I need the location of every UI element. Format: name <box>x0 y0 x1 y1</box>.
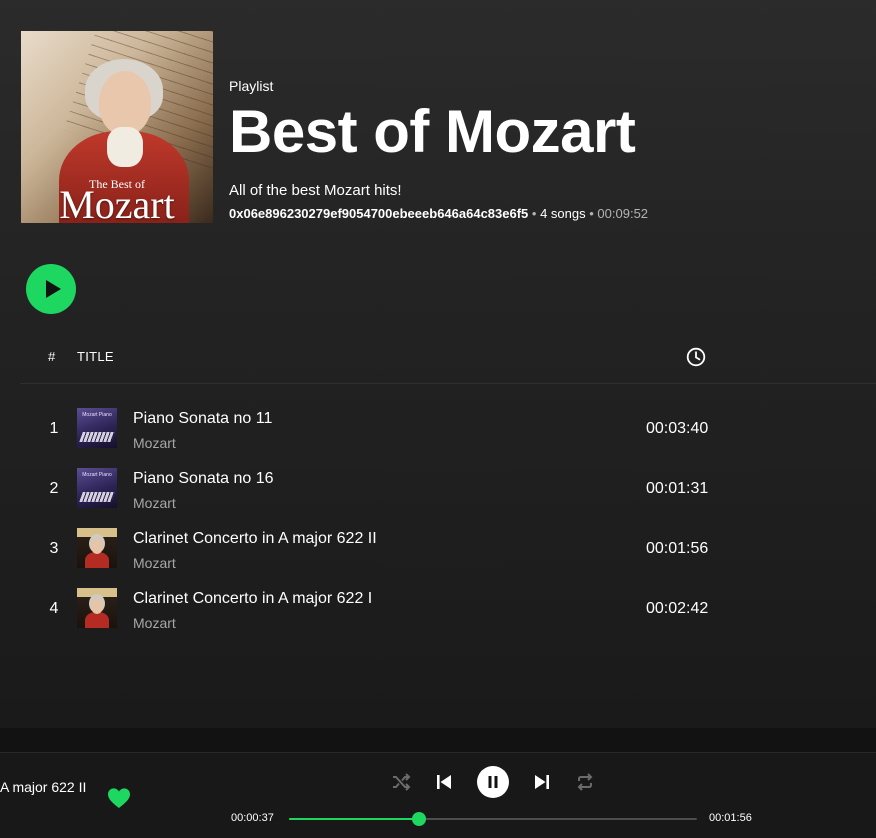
track-duration: 00:01:31 <box>646 480 709 497</box>
track-artist[interactable]: Mozart <box>133 495 176 511</box>
track-title: Piano Sonata no 11 <box>133 410 273 427</box>
progress-fill <box>289 818 420 820</box>
track-number: 2 <box>49 480 59 497</box>
track-table-header: # TITLE <box>20 336 876 384</box>
thumb-head <box>91 539 103 554</box>
progress-bar[interactable] <box>289 812 697 826</box>
playlist-type-label: Playlist <box>229 78 274 94</box>
play-button[interactable] <box>26 264 76 314</box>
previous-icon <box>437 775 451 789</box>
song-count: 4 songs <box>540 206 586 221</box>
track-title: Clarinet Concerto in A major 622 I <box>133 590 373 607</box>
thumb-caption: Mozart Piano <box>82 412 112 418</box>
track-artist[interactable]: Mozart <box>133 615 176 631</box>
pause-icon <box>488 776 498 788</box>
track-duration: 00:03:40 <box>646 420 709 437</box>
play-icon <box>45 280 61 298</box>
repeat-button[interactable] <box>573 770 597 794</box>
track-row[interactable]: 3 Clarinet Concerto in A major 622 II Mo… <box>20 520 876 580</box>
track-artist[interactable]: Mozart <box>133 555 176 571</box>
heart-icon[interactable] <box>107 787 131 809</box>
meta-separator: • <box>531 206 541 221</box>
clock-icon <box>686 347 706 367</box>
current-time: 00:00:37 <box>231 812 274 824</box>
progress-handle[interactable] <box>412 812 427 826</box>
track-row[interactable]: 1 Mozart Piano Piano Sonata no 11 Mozart… <box>20 400 876 460</box>
now-playing-title[interactable]: A major 622 II <box>0 779 86 795</box>
thumb-head <box>91 599 103 614</box>
repeat-icon <box>577 773 593 791</box>
thumb-coat <box>85 552 109 568</box>
track-number: 1 <box>49 420 59 437</box>
pause-button[interactable] <box>477 766 509 798</box>
track-thumbnail <box>77 588 117 628</box>
thumb-piano-keys <box>79 432 115 442</box>
track-number: 4 <box>49 600 59 617</box>
total-duration: 00:09:52 <box>597 206 649 221</box>
track-number: 3 <box>49 540 59 557</box>
player-bar: A major 622 II 00:00:37 00:01:56 <box>0 752 876 838</box>
track-row[interactable]: 4 Clarinet Concerto in A major 622 I Moz… <box>20 580 876 640</box>
cover-face <box>99 71 151 135</box>
column-header-title: TITLE <box>77 349 114 364</box>
playlist-meta: 0x06e896230279ef9054700ebeeeb646a64c83e6… <box>229 206 648 221</box>
thumb-coat <box>85 612 109 628</box>
page-title: Best of Mozart <box>229 98 636 165</box>
track-thumbnail <box>77 528 117 568</box>
track-duration: 00:02:42 <box>646 600 709 617</box>
thumb-caption: Mozart Piano <box>82 472 112 478</box>
track-title: Clarinet Concerto in A major 622 II <box>133 530 377 547</box>
track-duration: 00:01:56 <box>646 540 709 557</box>
cover-title: Mozart <box>59 182 175 223</box>
next-button[interactable] <box>530 770 554 794</box>
thumb-piano-keys <box>79 492 115 502</box>
playlist-owner[interactable]: 0x06e896230279ef9054700ebeeeb646a64c83e6… <box>229 206 528 221</box>
playlist-description: All of the best Mozart hits! <box>229 182 402 199</box>
track-title: Piano Sonata no 16 <box>133 470 274 487</box>
next-icon <box>535 775 549 789</box>
playlist-cover: The Best of Mozart <box>21 31 213 223</box>
track-thumbnail: Mozart Piano <box>77 468 117 508</box>
cover-cravat <box>107 127 143 167</box>
total-time: 00:01:56 <box>709 812 752 824</box>
track-row[interactable]: 2 Mozart Piano Piano Sonata no 16 Mozart… <box>20 460 876 520</box>
track-artist[interactable]: Mozart <box>133 435 176 451</box>
shuffle-button[interactable] <box>389 770 413 794</box>
column-header-number: # <box>48 349 56 364</box>
shuffle-icon <box>393 773 411 791</box>
track-thumbnail: Mozart Piano <box>77 408 117 448</box>
playlist-view: The Best of Mozart Playlist Best of Moza… <box>0 0 876 728</box>
previous-button[interactable] <box>432 770 456 794</box>
